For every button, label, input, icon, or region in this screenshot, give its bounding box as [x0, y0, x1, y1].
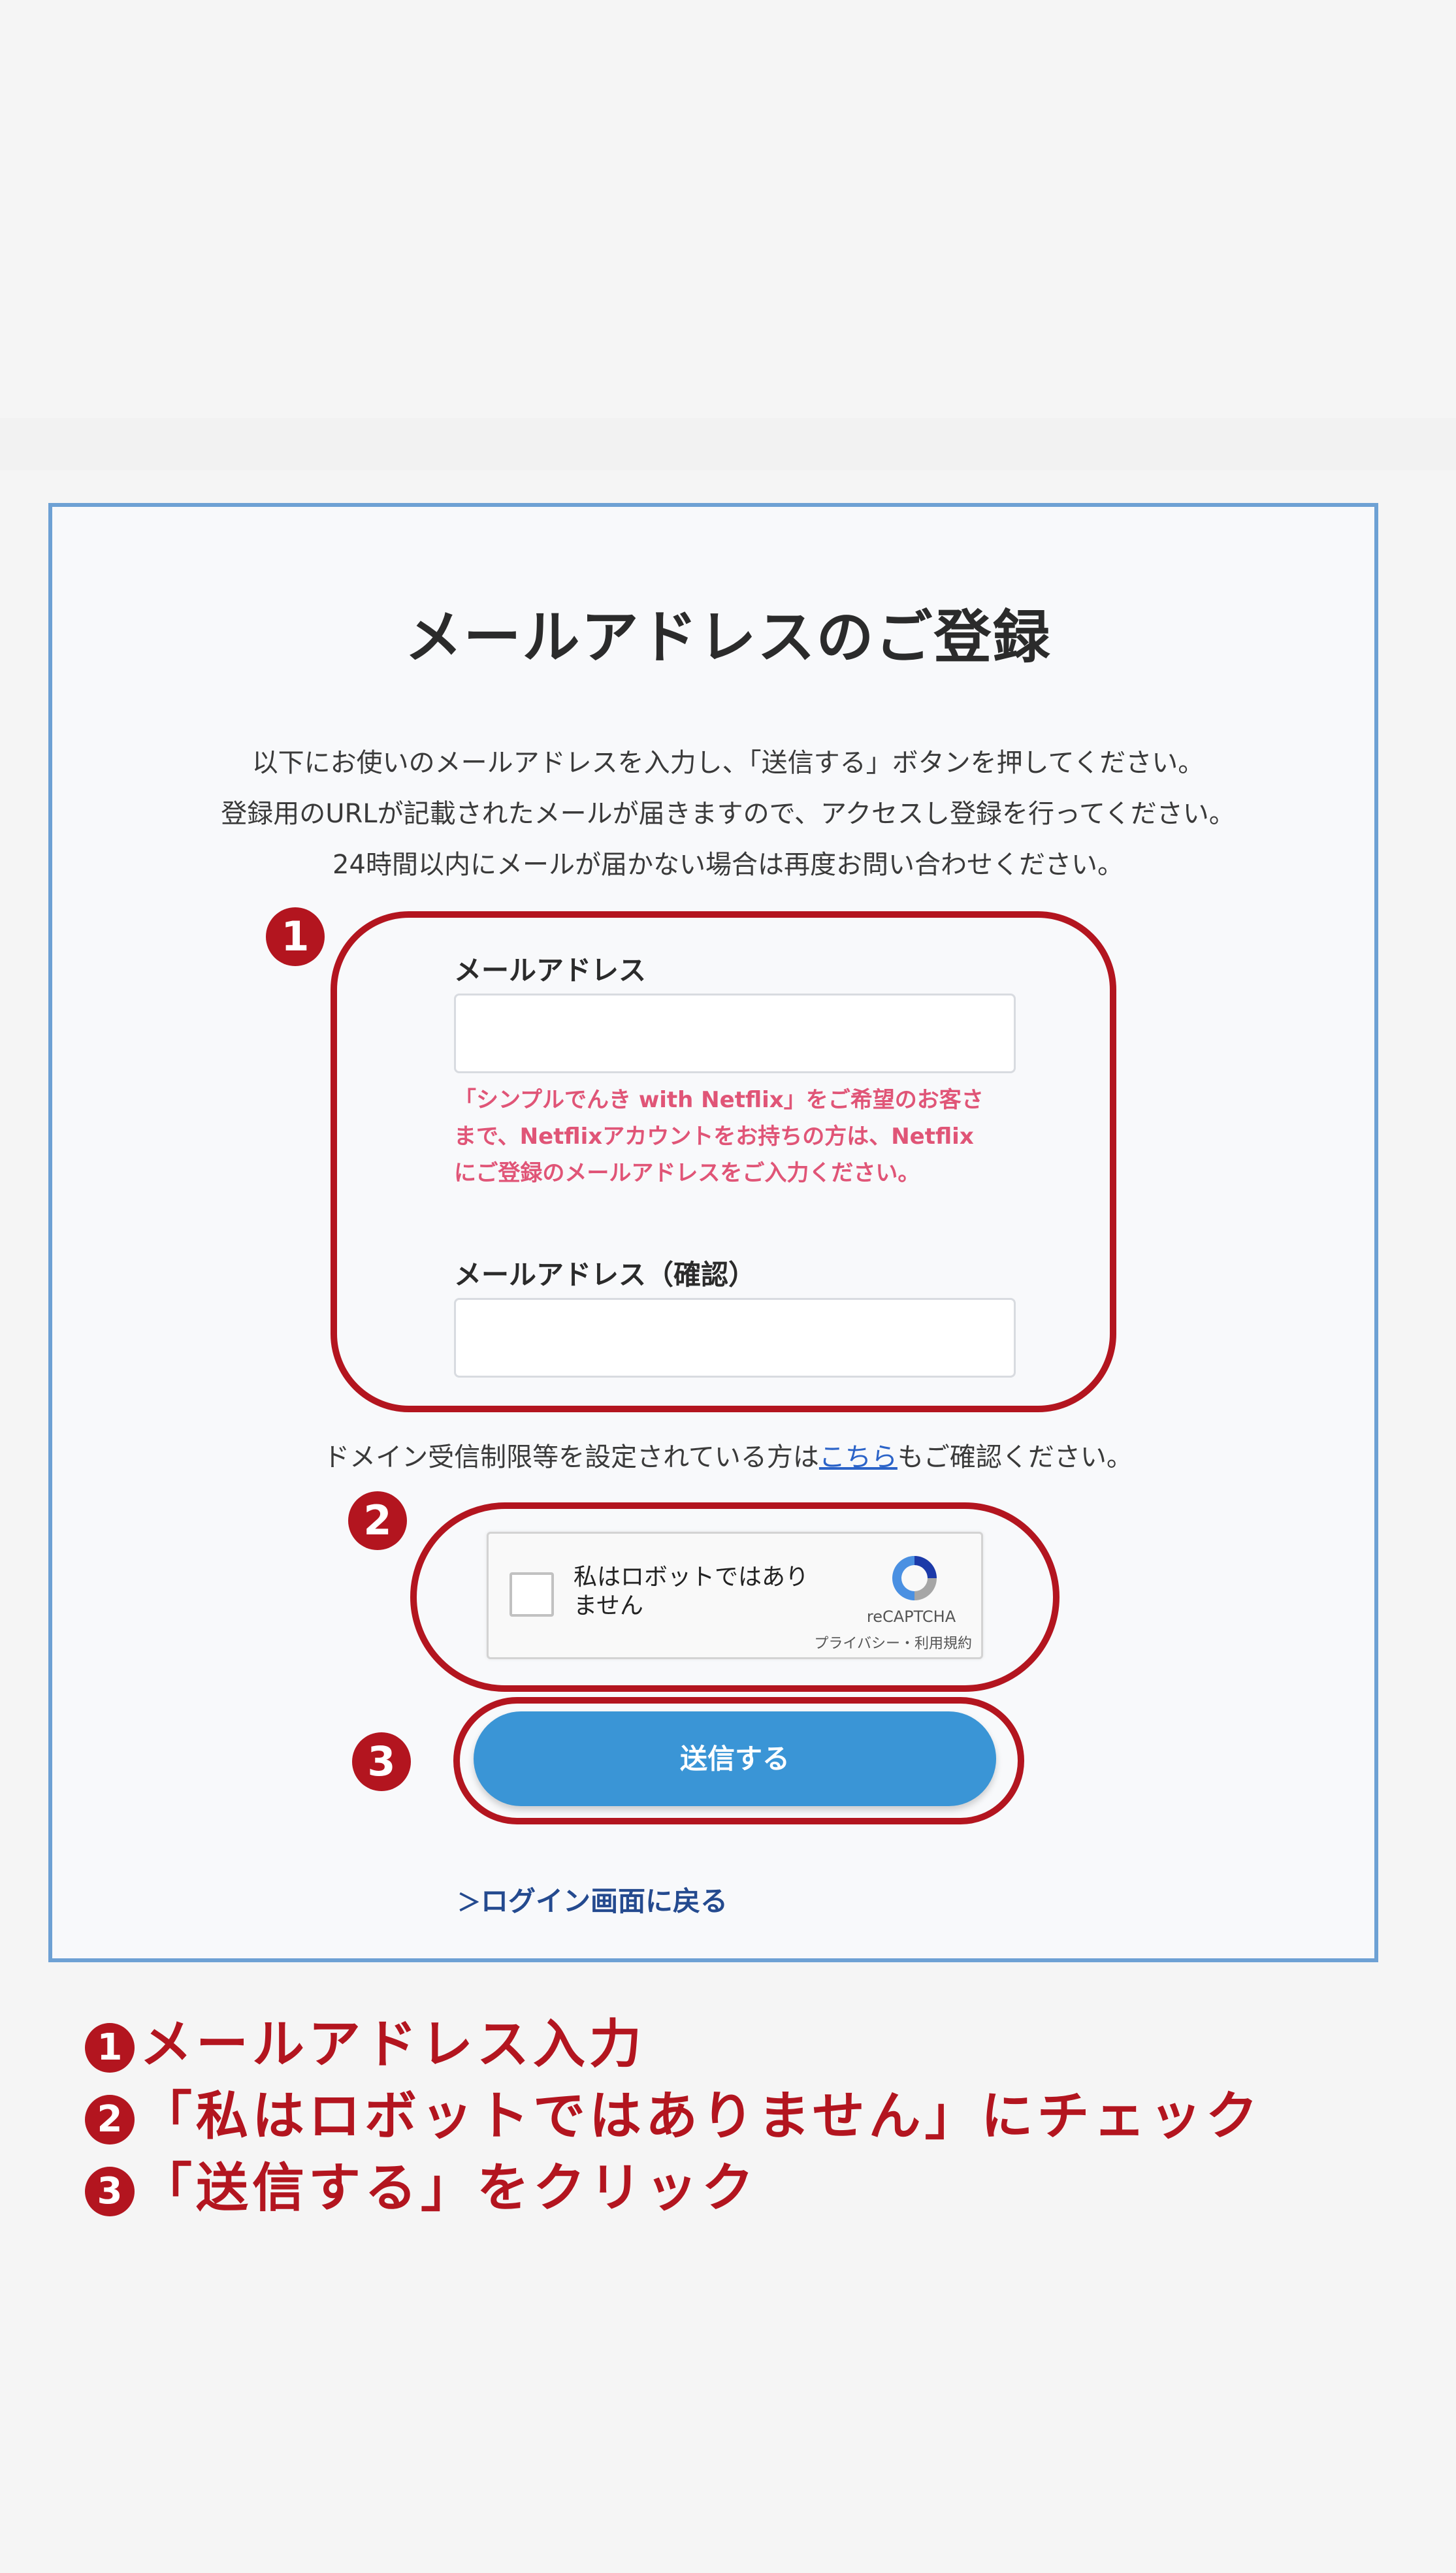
domain-notice-link[interactable]: こちら: [819, 1442, 898, 1472]
netflix-note-line-1: 「シンプルでんき with Netflix」をご希望のお客さ: [454, 1087, 984, 1113]
step-3: 3 「送信する」をクリック: [85, 2146, 758, 2222]
step-2-text: 「私はロボットではありません」にチェック: [140, 2086, 1262, 2146]
description-line-2: 登録用のURLが記載されたメールが届きますので、アクセスし登録を行ってください。: [221, 799, 1235, 829]
domain-notice: ドメイン受信制限等を設定されている方はこちらもご確認ください。: [0, 1436, 1456, 1474]
recaptcha-label: 私はロボットではあり ません: [574, 1563, 809, 1621]
recaptcha-logo-icon: [892, 1556, 937, 1600]
step-2: 2 「私はロボットではありません」にチェック: [85, 2074, 1262, 2150]
marker-2: 2: [348, 1491, 407, 1550]
step-1-text: メールアドレス入力: [140, 2014, 645, 2075]
background-band: [0, 418, 1456, 470]
netflix-note-line-3: にご登録のメールアドレスをご入力ください。: [454, 1160, 920, 1186]
back-to-login-label: ログイン画面に戻る: [481, 1885, 728, 1917]
email-confirm-field[interactable]: [454, 1298, 1016, 1378]
netflix-note: 「シンプルでんき with Netflix」をご希望のお客さ まで、Netfli…: [454, 1082, 1042, 1191]
step-1-number: 1: [85, 2023, 135, 2073]
domain-notice-suffix: もご確認ください。: [897, 1442, 1133, 1472]
description-line-1: 以下にお使いのメールアドレスを入力し、「送信する」ボタンを押してください。: [251, 748, 1205, 778]
recaptcha-link-separator: ・: [899, 1636, 914, 1652]
step-3-number: 3: [85, 2167, 135, 2217]
recaptcha-brand: reCAPTCHA: [866, 1608, 956, 1626]
marker-3: 3: [352, 1732, 411, 1791]
page-title: メールアドレスのご登録: [404, 604, 1052, 671]
step-1: 1 メールアドレス入力: [85, 2002, 645, 2078]
step-3-text: 「送信する」をクリック: [140, 2158, 758, 2218]
step-2-number: 2: [85, 2095, 135, 2145]
recaptcha-checkbox[interactable]: [510, 1572, 554, 1617]
recaptcha-terms-link[interactable]: 利用規約: [914, 1636, 972, 1652]
recaptcha-label-line-1: 私はロボットではあり: [574, 1564, 809, 1591]
netflix-note-line-2: まで、Netflixアカウントをお持ちの方は、Netflix: [454, 1124, 974, 1150]
recaptcha-privacy-link[interactable]: プライバシー: [814, 1636, 900, 1652]
marker-1: 1: [266, 907, 325, 966]
email-field[interactable]: [454, 994, 1016, 1073]
email-label: メールアドレス: [454, 954, 647, 986]
submit-button[interactable]: 送信する: [474, 1711, 996, 1806]
recaptcha-label-line-2: ません: [574, 1593, 643, 1619]
description-line-3: 24時間以内にメールが届かない場合は再度お問い合わせください。: [332, 850, 1124, 880]
recaptcha-links: プライバシー・利用規約: [776, 1632, 972, 1653]
chevron-right-icon: ＞: [457, 1890, 481, 1917]
email-confirm-label: メールアドレス（確認）: [454, 1259, 756, 1291]
domain-notice-prefix: ドメイン受信制限等を設定されている方は: [323, 1442, 819, 1472]
back-to-login-link[interactable]: ＞ログイン画面に戻る: [457, 1879, 728, 1919]
